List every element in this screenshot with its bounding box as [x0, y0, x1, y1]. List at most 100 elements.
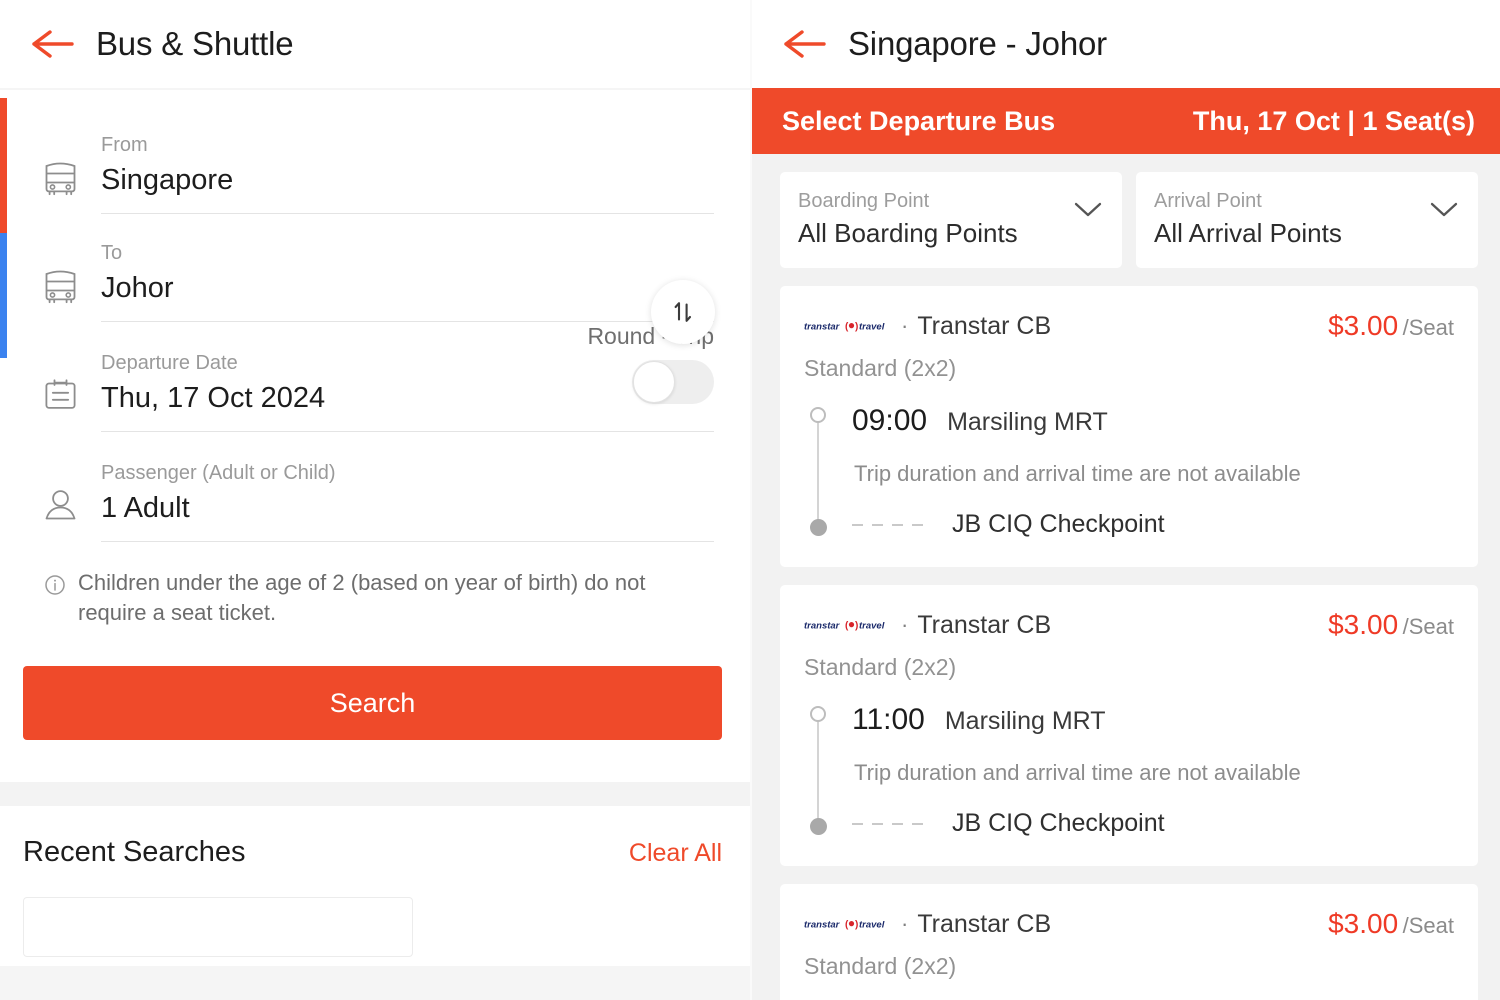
- price-amount: $3.00: [1328, 609, 1399, 640]
- right-appbar: Singapore - Johor: [752, 0, 1500, 88]
- info-icon: [44, 568, 66, 628]
- svg-text:transtar: transtar: [804, 920, 841, 931]
- bus-icon: [33, 132, 87, 199]
- bus-class-label: Standard (2x2): [804, 355, 957, 381]
- arrival-time-placeholder-icon: [852, 822, 930, 825]
- transtar-travel-logo-icon: transtar ( ) travel: [804, 920, 885, 931]
- bus-icon: [33, 240, 87, 307]
- passenger-body: Passenger (Adult or Child) 1 Adult: [87, 460, 714, 542]
- price-amount: $3.00: [1328, 310, 1399, 341]
- passenger-value[interactable]: 1 Adult: [101, 486, 714, 528]
- from-label: From: [101, 134, 148, 156]
- calendar-icon: [33, 350, 87, 417]
- departure-date-row[interactable]: Departure Date Thu, 17 Oct 2024 Round - …: [0, 322, 750, 432]
- arrival-time-placeholder-icon: [852, 523, 930, 526]
- search-button[interactable]: Search: [23, 666, 722, 740]
- svg-text:): ): [855, 621, 858, 632]
- child-policy-text: Children under the age of 2 (based on ye…: [78, 570, 646, 625]
- recent-searches-title: Recent Searches: [23, 836, 246, 868]
- page-title: Bus & Shuttle: [96, 25, 294, 62]
- svg-text:): ): [855, 322, 858, 333]
- separator-dot: ·: [901, 313, 909, 338]
- person-icon: [33, 460, 87, 527]
- timeline-line: [817, 713, 819, 828]
- price-block: $3.00 /Seat: [1328, 609, 1454, 641]
- section-divider: [0, 782, 750, 806]
- svg-text:(: (: [845, 920, 849, 931]
- svg-text:travel: travel: [859, 322, 885, 333]
- price-unit: /Seat: [1402, 614, 1454, 639]
- bus-result-card[interactable]: transtar ( ) travel · Transtar CB $3.00 …: [780, 585, 1478, 866]
- price-block: $3.00 /Seat: [1328, 908, 1454, 940]
- back-arrow-icon[interactable]: [782, 27, 828, 61]
- departure-place: Marsiling MRT: [947, 408, 1108, 436]
- operator-info: transtar ( ) travel · Transtar CB: [804, 611, 1051, 640]
- separator-dot: ·: [901, 612, 909, 637]
- operator-info: transtar ( ) travel · Transtar CB: [804, 312, 1051, 341]
- operator-name: Transtar CB: [917, 610, 1052, 639]
- left-appbar: Bus & Shuttle: [0, 0, 750, 88]
- chevron-down-icon[interactable]: [1428, 200, 1460, 225]
- clear-all-button[interactable]: Clear All: [629, 839, 722, 868]
- svg-text:(: (: [845, 322, 849, 333]
- timeline-destination-dot-icon: [810, 519, 827, 536]
- bus-class-label: Standard (2x2): [804, 953, 957, 979]
- trip-unavailable-note: Trip duration and arrival time are not a…: [854, 461, 1301, 486]
- passenger-row[interactable]: Passenger (Adult or Child) 1 Adult: [0, 432, 750, 542]
- to-value[interactable]: Johor: [101, 266, 714, 308]
- price-block: $3.00 /Seat: [1328, 310, 1454, 342]
- svg-text:travel: travel: [859, 920, 885, 931]
- swap-locations-button[interactable]: [651, 280, 715, 344]
- bus-result-card[interactable]: transtar ( ) travel · Transtar CB $3.00 …: [780, 884, 1478, 1000]
- transtar-travel-logo-icon: transtar ( ) travel: [804, 621, 885, 632]
- arrival-point-select[interactable]: Arrival Point All Arrival Points: [1136, 172, 1478, 268]
- timeline-line: [817, 414, 819, 529]
- arrival-place: JB CIQ Checkpoint: [952, 809, 1165, 837]
- trip-timeline: 09:00 Marsiling MRT Trip duration and ar…: [804, 404, 1454, 539]
- recent-searches-section: Recent Searches Clear All: [0, 806, 750, 966]
- operator-info: transtar ( ) travel · Transtar CB: [804, 910, 1051, 939]
- separator-dot: ·: [901, 911, 909, 936]
- bus-result-card[interactable]: transtar ( ) travel · Transtar CB $3.00 …: [780, 286, 1478, 567]
- boarding-point-label: Boarding Point: [798, 190, 930, 212]
- svg-text:travel: travel: [859, 621, 885, 632]
- from-value[interactable]: Singapore: [101, 158, 714, 200]
- bus-card-header: transtar ( ) travel · Transtar CB $3.00 …: [804, 609, 1454, 641]
- back-arrow-icon[interactable]: [30, 27, 76, 61]
- to-field-row[interactable]: To Johor: [0, 214, 750, 322]
- boarding-point-select[interactable]: Boarding Point All Boarding Points: [780, 172, 1122, 268]
- trip-unavailable-note: Trip duration and arrival time are not a…: [854, 760, 1301, 785]
- arrival-point-label: Arrival Point: [1154, 190, 1262, 212]
- chevron-down-icon[interactable]: [1072, 200, 1104, 225]
- round-trip-toggle[interactable]: [632, 360, 714, 404]
- child-policy-note: Children under the age of 2 (based on ye…: [0, 542, 750, 628]
- swap-vertical-icon: [674, 302, 692, 322]
- price-unit: /Seat: [1402, 315, 1454, 340]
- banner-date-seats: Thu, 17 Oct | 1 Seat(s): [1192, 105, 1475, 136]
- app-screen: Bus & Shuttle From Singapore To Johor De…: [0, 0, 1500, 1000]
- banner-title: Select Departure Bus: [782, 105, 1056, 136]
- departure-leg: 09:00 Marsiling MRT: [852, 404, 1454, 438]
- svg-text:transtar: transtar: [804, 621, 841, 632]
- timeline-destination-dot-icon: [810, 818, 827, 835]
- to-field-body: To Johor: [87, 240, 714, 322]
- departure-time: 11:00: [852, 703, 925, 736]
- bus-results-list: transtar ( ) travel · Transtar CB $3.00 …: [752, 268, 1500, 1000]
- toggle-knob: [633, 361, 675, 403]
- timeline-origin-dot-icon: [810, 706, 826, 722]
- passenger-underline: [101, 541, 714, 542]
- departure-leg: 11:00 Marsiling MRT: [852, 703, 1454, 737]
- operator-name: Transtar CB: [917, 311, 1052, 340]
- svg-text:(: (: [845, 621, 849, 632]
- from-field-row[interactable]: From Singapore: [0, 90, 750, 214]
- price-amount: $3.00: [1328, 908, 1399, 939]
- arrival-leg: JB CIQ Checkpoint: [852, 809, 1454, 838]
- recent-search-item[interactable]: [23, 897, 413, 957]
- svg-text:): ): [855, 920, 858, 931]
- price-unit: /Seat: [1402, 913, 1454, 938]
- operator-name: Transtar CB: [917, 909, 1052, 938]
- search-form-card: From Singapore To Johor Departure Date T…: [0, 90, 750, 782]
- transtar-travel-logo-icon: transtar ( ) travel: [804, 322, 885, 333]
- arrival-point-value: All Arrival Points: [1154, 218, 1342, 248]
- departure-time: 09:00: [852, 404, 928, 437]
